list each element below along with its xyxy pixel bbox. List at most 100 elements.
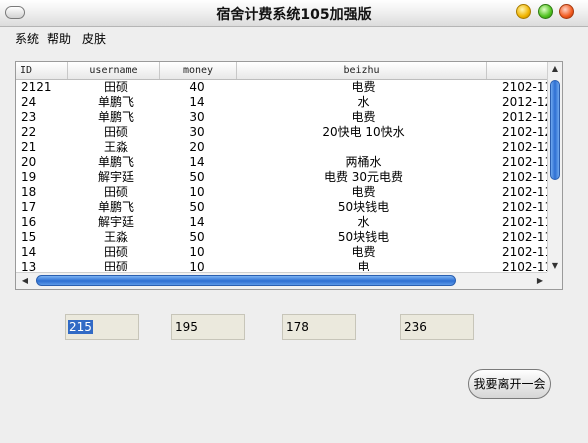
cell-username: 田硕	[103, 185, 128, 199]
column-header-beizhu[interactable]: beizhu	[237, 62, 487, 79]
scroll-down-icon[interactable]: ▼	[548, 259, 562, 273]
cell-username: 单鹏飞	[97, 110, 134, 124]
menu-system[interactable]: 系统	[15, 30, 39, 47]
vertical-scroll-thumb[interactable]	[550, 80, 560, 180]
cell-date: 2102-11	[502, 80, 548, 94]
table-row[interactable]: 15 王淼 50 50块钱电 2102-11	[16, 230, 548, 245]
scroll-up-icon[interactable]: ▲	[548, 62, 562, 76]
table-row[interactable]: 19 解宇廷 50 电费 30元电费 2102-11	[16, 170, 548, 185]
total-field-1[interactable]: 215	[65, 314, 139, 340]
cell-date: 2102-11	[502, 200, 548, 214]
column-header-id[interactable]: ID	[16, 62, 68, 79]
table-row[interactable]: 13 田硕 10 电 2102-11	[16, 260, 548, 271]
cell-date: 2102-11	[502, 170, 548, 184]
column-header-username[interactable]: username	[68, 62, 160, 79]
cell-username: 田硕	[103, 125, 128, 139]
close-button[interactable]	[559, 4, 574, 19]
cell-date: 2102-11	[502, 155, 548, 169]
total-field-2[interactable]: 195	[171, 314, 245, 340]
cell-money: 10	[189, 260, 205, 271]
cell-money: 20	[189, 140, 205, 154]
cell-username: 单鹏飞	[97, 155, 134, 169]
table-body: 2121 田硕 40 电费 2102-11 24 单鹏飞 14 水 2012-12 23 单鹏飞 30 电…	[16, 80, 548, 271]
cell-date: 2102-12	[502, 125, 548, 139]
records-table[interactable]: ID username money beizhu 2121 田硕 40 电费 2102-…	[15, 61, 563, 290]
cell-money: 30	[189, 110, 205, 124]
vertical-scrollbar[interactable]: ▲ ▼	[547, 62, 562, 273]
cell-date: 2102-11	[502, 185, 548, 199]
table-row[interactable]: 20 单鹏飞 14 两桶水 2102-11	[16, 155, 548, 170]
scroll-right-icon[interactable]: ▶	[533, 274, 547, 288]
cell-money: 50	[189, 230, 205, 244]
cell-beizhu: 电	[357, 260, 370, 271]
cell-id: 17	[21, 200, 37, 214]
cell-date: 2102-11	[502, 230, 548, 244]
total-value-3: 178	[286, 320, 309, 334]
table-row[interactable]: 21 王淼 20 2102-12	[16, 140, 548, 155]
table-row[interactable]: 17 单鹏飞 50 50块钱电 2102-11	[16, 200, 548, 215]
horizontal-scrollbar[interactable]: ◀ ▶	[16, 272, 548, 289]
leave-button[interactable]: 我要离开一会	[468, 369, 551, 399]
cell-beizhu: 电费	[351, 185, 376, 199]
cell-id: 19	[21, 170, 37, 184]
total-value-1: 215	[68, 320, 93, 334]
cell-date: 2102-12	[502, 140, 548, 154]
total-value-2: 195	[175, 320, 198, 334]
table-row[interactable]: 16 解宇廷 14 水 2102-11	[16, 215, 548, 230]
cell-date: 2102-11	[502, 245, 548, 259]
cell-id: 21	[21, 140, 37, 154]
horizontal-scroll-thumb[interactable]	[36, 275, 456, 286]
cell-beizhu: 50块钱电	[337, 230, 390, 244]
maximize-button[interactable]	[538, 4, 553, 19]
cell-money: 50	[189, 170, 205, 184]
cell-username: 田硕	[103, 245, 128, 259]
cell-id: 15	[21, 230, 37, 244]
cell-money: 14	[189, 95, 205, 109]
cell-beizhu: 电费	[351, 80, 376, 94]
cell-date: 2102-11	[502, 260, 548, 271]
cell-beizhu	[237, 140, 490, 155]
table-row[interactable]: 18 田硕 10 电费 2102-11	[16, 185, 548, 200]
window-title: 宿舍计费系统105加强版	[216, 7, 372, 23]
cell-id: 23	[21, 110, 37, 124]
cell-money: 50	[189, 200, 205, 214]
table-row[interactable]: 24 单鹏飞 14 水 2012-12	[16, 95, 548, 110]
menu-skin[interactable]: 皮肤	[82, 30, 106, 47]
cell-money: 40	[189, 80, 205, 94]
cell-date: 2012-12	[502, 95, 548, 109]
cell-id: 14	[21, 245, 37, 259]
cell-username: 王淼	[103, 230, 128, 244]
cell-beizhu: 两桶水	[345, 155, 382, 169]
cell-username: 解宇廷	[97, 170, 134, 184]
cell-id: 20	[21, 155, 37, 169]
cell-beizhu: 50块钱电	[337, 200, 390, 214]
cell-id: 24	[21, 95, 37, 109]
cell-money: 14	[189, 155, 205, 169]
cell-money: 14	[189, 215, 205, 229]
table-row[interactable]: 14 田硕 10 电费 2102-11	[16, 245, 548, 260]
cell-beizhu: 电费	[351, 110, 376, 124]
cell-money: 10	[189, 245, 205, 259]
total-field-4[interactable]: 236	[400, 314, 474, 340]
menu-help[interactable]: 帮助	[47, 30, 71, 47]
total-field-3[interactable]: 178	[282, 314, 356, 340]
cell-money: 10	[189, 185, 205, 199]
column-header-date[interactable]	[487, 62, 548, 79]
column-header-money[interactable]: money	[160, 62, 237, 79]
table-row[interactable]: 2121 田硕 40 电费 2102-11	[16, 80, 548, 95]
cell-money: 30	[189, 125, 205, 139]
cell-username: 单鹏飞	[97, 200, 134, 214]
table-row[interactable]: 23 单鹏飞 30 电费 2012-12	[16, 110, 548, 125]
cell-beizhu: 水	[357, 215, 370, 229]
minimize-button[interactable]	[516, 4, 531, 19]
title-bar[interactable]: 宿舍计费系统105加强版	[0, 0, 588, 27]
cell-id: 13	[21, 260, 37, 271]
cell-beizhu: 水	[357, 95, 370, 109]
table-header: ID username money beizhu	[16, 62, 548, 80]
table-row[interactable]: 22 田硕 30 20快电 10快水 2102-12	[16, 125, 548, 140]
cell-username: 解宇廷	[97, 215, 134, 229]
cell-id: 2121	[21, 80, 52, 94]
cell-date: 2012-12	[502, 110, 548, 124]
scroll-left-icon[interactable]: ◀	[18, 274, 32, 288]
cell-date: 2102-11	[502, 215, 548, 229]
